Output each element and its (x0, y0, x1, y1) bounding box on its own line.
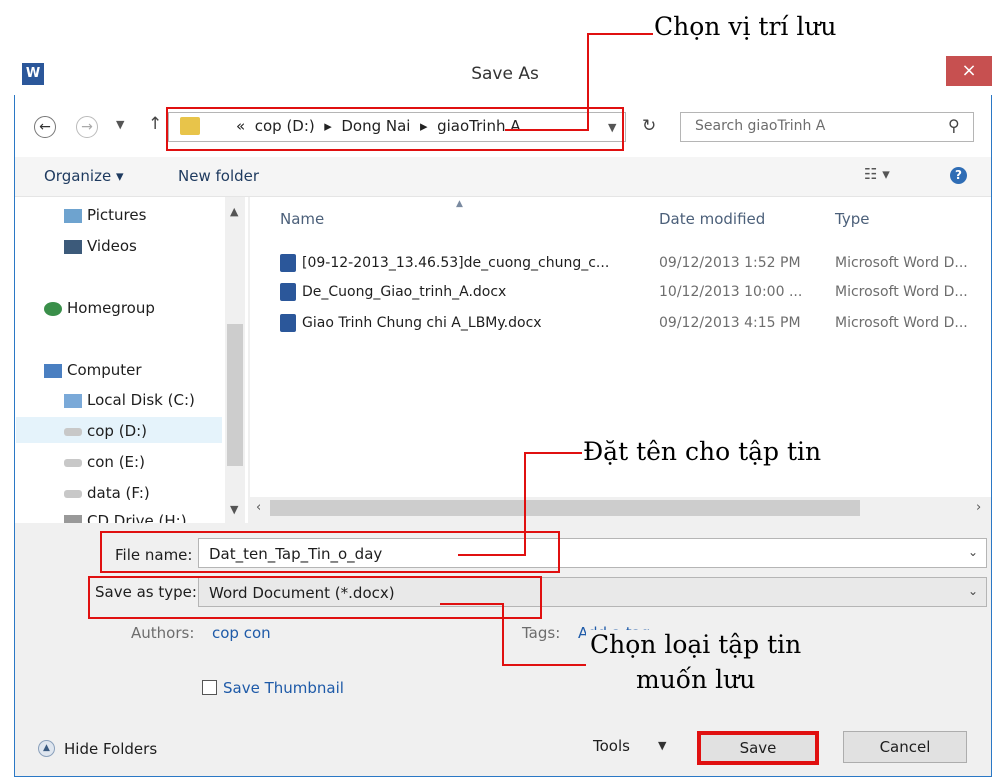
hide-folders-chevron-icon[interactable]: ▲ (38, 740, 55, 757)
file-type: Microsoft Word D... (835, 315, 968, 331)
tools-dropdown-icon[interactable]: ▼ (658, 739, 666, 752)
table-row[interactable]: [09-12-2013_13.46.53]de_cuong_chung_c... (280, 254, 609, 272)
scroll-left-icon[interactable]: ‹ (256, 500, 261, 515)
connector-line (587, 33, 653, 35)
scroll-down-icon[interactable]: ▼ (230, 503, 238, 516)
column-header-type[interactable]: Type (835, 210, 869, 228)
drive-icon (64, 489, 82, 498)
save-thumbnail-checkbox[interactable] (202, 680, 217, 695)
file-name-dropdown-icon[interactable]: ⌄ (968, 545, 978, 559)
hide-folders-button[interactable]: Hide Folders (64, 740, 157, 758)
annotation-choose-location: Chọn vị trí lưu (654, 12, 837, 41)
search-input[interactable]: Search giaoTrinh A (695, 118, 825, 134)
drive-icon (64, 458, 82, 467)
table-row[interactable]: De_Cuong_Giao_trinh_A.docx (280, 283, 506, 301)
view-options-icon[interactable]: ☷ ▾ (864, 165, 890, 183)
annotation-choose-type-line2: muốn lưu (636, 665, 756, 694)
connector-line (502, 603, 504, 666)
command-toolbar (15, 157, 991, 197)
sidebar-item-homegroup[interactable]: Homegroup (44, 299, 155, 317)
sidebar-item-videos[interactable]: Videos (64, 237, 137, 255)
organize-button[interactable]: Organize ▾ (44, 167, 124, 185)
sidebar-item-pictures[interactable]: Pictures (64, 206, 146, 224)
videos-icon (64, 239, 82, 254)
search-icon[interactable]: ⚲ (948, 116, 960, 135)
word-doc-icon (280, 283, 296, 301)
save-button[interactable]: Save (697, 731, 819, 765)
file-type: Microsoft Word D... (835, 255, 968, 271)
scroll-right-icon[interactable]: › (976, 500, 981, 515)
highlight-save-as-type (88, 576, 542, 619)
word-doc-icon (280, 314, 296, 332)
word-doc-icon (280, 254, 296, 272)
connector-line (440, 603, 504, 605)
sidebar-item-computer[interactable]: Computer (44, 361, 142, 379)
sort-ascending-icon: ▲ (456, 199, 463, 209)
computer-icon (44, 363, 62, 378)
word-app-icon: W (22, 63, 44, 85)
pictures-icon (64, 208, 82, 223)
up-arrow-icon[interactable]: ↑ (148, 114, 162, 134)
new-folder-button[interactable]: New folder (178, 167, 259, 185)
file-date: 09/12/2013 4:15 PM (659, 315, 801, 331)
connector-line (587, 33, 589, 131)
sidebar-item-cop-d[interactable]: cop (D:) (64, 422, 147, 440)
annotation-name-file: Đặt tên cho tập tin (583, 437, 822, 466)
connector-line (505, 129, 589, 131)
sidebar-item-data-f[interactable]: data (F:) (64, 484, 150, 502)
file-date: 09/12/2013 1:52 PM (659, 255, 801, 271)
connector-line (524, 452, 582, 454)
highlight-file-name (100, 531, 560, 573)
refresh-icon[interactable]: ↻ (642, 116, 656, 136)
table-row[interactable]: Giao Trinh Chung chi A_LBMy.docx (280, 314, 542, 332)
sidebar-item-cd-drive[interactable]: CD Drive (H:) (64, 512, 187, 523)
annotation-choose-type: Chọn loại tập tin (586, 630, 806, 659)
drive-icon (64, 427, 82, 436)
back-arrow-icon[interactable]: ← (34, 116, 56, 138)
cd-drive-icon (64, 514, 82, 523)
sidebar-item-local-disk-c[interactable]: Local Disk (C:) (64, 391, 195, 409)
recent-locations-chevron-icon[interactable]: ▼ (116, 118, 124, 131)
connector-line (524, 452, 526, 556)
cancel-button[interactable]: Cancel (843, 731, 967, 763)
homegroup-icon (44, 301, 62, 316)
column-header-name[interactable]: Name (280, 210, 324, 228)
tools-button[interactable]: Tools (593, 737, 630, 755)
file-date: 10/12/2013 10:00 ... (659, 284, 803, 300)
forward-arrow-icon[interactable]: → (76, 116, 98, 138)
dialog-title: Save As (471, 64, 539, 84)
save-thumbnail-label[interactable]: Save Thumbnail (223, 679, 344, 697)
sidebar-item-con-e[interactable]: con (E:) (64, 453, 145, 471)
close-button[interactable]: × (946, 56, 992, 86)
connector-line (458, 554, 526, 556)
save-as-type-dropdown-icon[interactable]: ⌄ (968, 584, 978, 598)
nav-pane-scroll-thumb[interactable] (227, 324, 243, 466)
scroll-up-icon[interactable]: ▲ (230, 205, 238, 218)
tags-label: Tags: (522, 624, 561, 642)
authors-label: Authors: (131, 624, 195, 642)
file-type: Microsoft Word D... (835, 284, 968, 300)
column-header-date[interactable]: Date modified (659, 210, 765, 228)
file-list-scroll-thumb[interactable] (270, 500, 860, 516)
authors-value[interactable]: cop con (212, 624, 271, 642)
drive-icon (64, 393, 82, 408)
help-icon[interactable]: ? (950, 167, 967, 184)
connector-line (502, 664, 586, 666)
